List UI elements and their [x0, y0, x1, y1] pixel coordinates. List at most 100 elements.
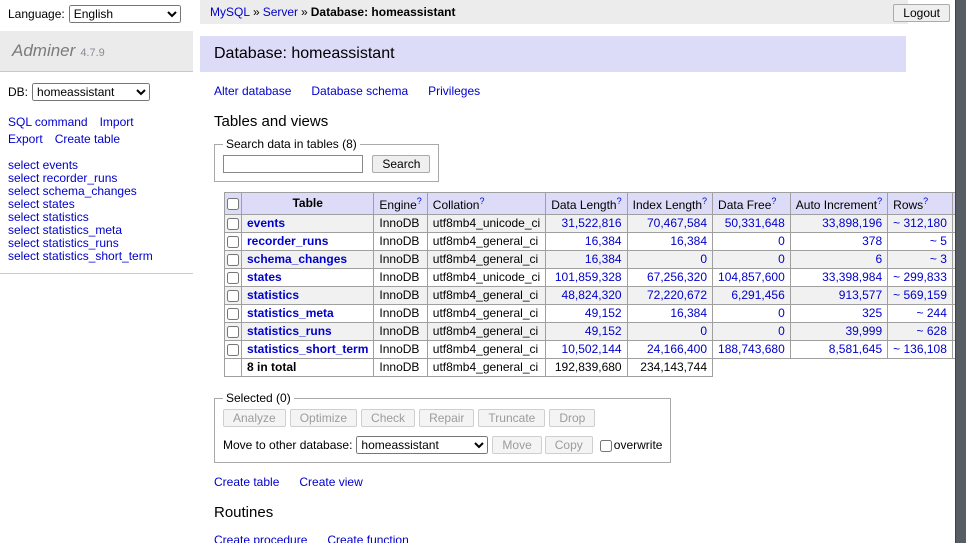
- data-free-link[interactable]: 0: [778, 306, 785, 320]
- row-checkbox[interactable]: [227, 272, 239, 284]
- data-free-link[interactable]: 50,331,648: [725, 216, 785, 230]
- index-length-link[interactable]: 0: [700, 252, 707, 266]
- table-name-link[interactable]: statistics_short_term: [247, 342, 368, 356]
- table-name-link[interactable]: schema_changes: [247, 252, 347, 266]
- repair-button[interactable]: Repair: [419, 409, 474, 427]
- help-link[interactable]: ?: [702, 196, 707, 206]
- rows-link[interactable]: ~ 244: [917, 306, 947, 320]
- index-length-link[interactable]: 70,467,584: [647, 216, 707, 230]
- table-name-link[interactable]: statistics_runs: [247, 324, 332, 338]
- data-free-link[interactable]: 104,857,600: [718, 270, 785, 284]
- truncate-button[interactable]: Truncate: [478, 409, 545, 427]
- optimize-button[interactable]: Optimize: [290, 409, 357, 427]
- analyze-button[interactable]: Analyze: [223, 409, 286, 427]
- table-name-link[interactable]: statistics: [247, 288, 299, 302]
- copy-button[interactable]: Copy: [545, 436, 593, 454]
- row-checkbox[interactable]: [227, 218, 239, 230]
- auto-increment-link[interactable]: 325: [862, 306, 882, 320]
- database-nav-link[interactable]: Alter database: [214, 84, 291, 98]
- create-link[interactable]: Create view: [299, 475, 362, 489]
- help-link[interactable]: ?: [771, 196, 776, 206]
- row-checkbox[interactable]: [227, 236, 239, 248]
- auto-increment-link[interactable]: 33,398,984: [822, 270, 882, 284]
- breadcrumb-server-link[interactable]: Server: [263, 5, 298, 19]
- data-length-link[interactable]: 48,824,320: [562, 288, 622, 302]
- data-free-link[interactable]: 0: [778, 324, 785, 338]
- data-length-link[interactable]: 49,152: [585, 306, 622, 320]
- index-length-link[interactable]: 0: [700, 324, 707, 338]
- data-length-link[interactable]: 101,859,328: [555, 270, 622, 284]
- row-checkbox[interactable]: [227, 326, 239, 338]
- help-link[interactable]: ?: [479, 196, 484, 206]
- rows-link[interactable]: ~ 569,159: [893, 288, 947, 302]
- logout-button[interactable]: Logout: [893, 4, 950, 22]
- data-length-link[interactable]: 10,502,144: [562, 342, 622, 356]
- overwrite-option: overwrite: [600, 438, 663, 452]
- database-nav-link[interactable]: Database schema: [311, 84, 408, 98]
- help-link[interactable]: ?: [877, 196, 882, 206]
- row-checkbox[interactable]: [227, 308, 239, 320]
- row-checkbox[interactable]: [227, 344, 239, 356]
- db-selector-row: DB:homeassistant: [0, 72, 193, 105]
- drop-button[interactable]: Drop: [549, 409, 595, 427]
- data-length-link[interactable]: 31,522,816: [562, 216, 622, 230]
- rows-link[interactable]: ~ 3: [930, 252, 947, 266]
- overwrite-checkbox[interactable]: [600, 440, 612, 452]
- data-length-link[interactable]: 16,384: [585, 252, 622, 266]
- data-free-link[interactable]: 0: [778, 252, 785, 266]
- breadcrumb-mysql-link[interactable]: MySQL: [210, 5, 250, 19]
- index-length-link[interactable]: 72,220,672: [647, 288, 707, 302]
- sidebar-action-link[interactable]: Import: [100, 115, 134, 129]
- table-name-link[interactable]: statistics_meta: [247, 306, 334, 320]
- routine-link[interactable]: Create procedure: [214, 533, 307, 543]
- index-length-link[interactable]: 16,384: [670, 306, 707, 320]
- row-checkbox[interactable]: [227, 254, 239, 266]
- routine-link[interactable]: Create function: [327, 533, 408, 543]
- help-link[interactable]: ?: [417, 196, 422, 206]
- table-name-link[interactable]: recorder_runs: [247, 234, 328, 248]
- auto-increment-link[interactable]: 8,581,645: [829, 342, 882, 356]
- database-nav-link[interactable]: Privileges: [428, 84, 480, 98]
- data-length-link[interactable]: 16,384: [585, 234, 622, 248]
- select-all-checkbox[interactable]: [227, 198, 239, 210]
- index-length-link[interactable]: 16,384: [670, 234, 707, 248]
- data-free-link[interactable]: 188,743,680: [718, 342, 785, 356]
- check-button[interactable]: Check: [361, 409, 415, 427]
- help-link[interactable]: ?: [923, 196, 928, 206]
- rows-link[interactable]: ~ 299,833: [893, 270, 947, 284]
- table-name-link[interactable]: events: [247, 216, 285, 230]
- db-select[interactable]: homeassistant: [32, 83, 150, 101]
- auto-increment-link[interactable]: 6: [875, 252, 882, 266]
- sidebar-action-link[interactable]: Export: [8, 132, 43, 146]
- vertical-scrollbar[interactable]: [955, 0, 966, 543]
- index-length-link[interactable]: 24,166,400: [647, 342, 707, 356]
- language-select[interactable]: English: [69, 5, 181, 23]
- rows-link[interactable]: ~ 5: [930, 234, 947, 248]
- sidebar-action-link[interactable]: Create table: [55, 132, 120, 146]
- table-name-link[interactable]: states: [247, 270, 282, 284]
- move-db-select[interactable]: homeassistant: [356, 436, 488, 454]
- auto-increment-link[interactable]: 39,999: [845, 324, 882, 338]
- rows-link[interactable]: ~ 136,108: [893, 342, 947, 356]
- rows-link[interactable]: ~ 312,180: [893, 216, 947, 230]
- collation-cell: utf8mb4_general_ci: [427, 251, 545, 269]
- sidebar-select-link[interactable]: select statistics_short_term: [8, 250, 185, 263]
- auto-increment-link[interactable]: 33,898,196: [822, 216, 882, 230]
- auto-increment-link[interactable]: 378: [862, 234, 882, 248]
- row-checkbox[interactable]: [227, 290, 239, 302]
- rows-link[interactable]: ~ 628: [917, 324, 947, 338]
- data-free-link[interactable]: 6,291,456: [731, 288, 784, 302]
- create-link[interactable]: Create table: [214, 475, 279, 489]
- move-button[interactable]: Move: [492, 436, 541, 454]
- auto-increment-link[interactable]: 913,577: [839, 288, 882, 302]
- help-link[interactable]: ?: [617, 196, 622, 206]
- data-free-link[interactable]: 0: [778, 234, 785, 248]
- search-button[interactable]: Search: [372, 155, 430, 173]
- search-input[interactable]: [223, 155, 363, 173]
- sidebar-action-link[interactable]: SQL command: [8, 115, 88, 129]
- index-length-cell: 67,256,320: [627, 269, 712, 287]
- data-length-link[interactable]: 49,152: [585, 324, 622, 338]
- index-length-link[interactable]: 67,256,320: [647, 270, 707, 284]
- select-all-cell: [225, 193, 242, 215]
- total-data-length-cell: 192,839,680: [546, 359, 627, 377]
